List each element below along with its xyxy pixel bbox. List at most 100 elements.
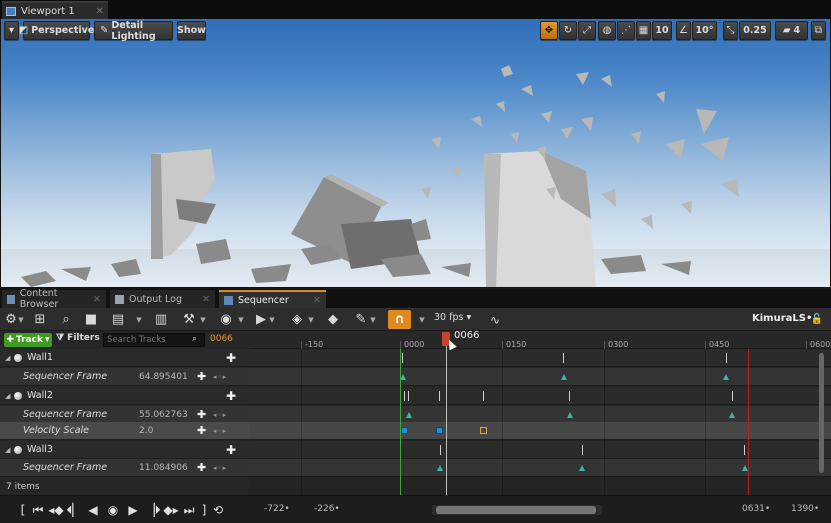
current-frame-field[interactable]: 0066 — [210, 334, 233, 344]
track-row-sequencer-frame[interactable]: Sequencer Frame 64.895401 ✚ ◂◦▸ — [0, 368, 249, 386]
perspective-button[interactable]: ◩ Perspective — [19, 21, 94, 40]
camera-icon[interactable]: ■ — [81, 310, 101, 329]
key-summary-tick[interactable] — [402, 353, 403, 363]
track-value[interactable]: 55.062763 — [139, 410, 188, 420]
key-summary-tick[interactable] — [483, 391, 484, 401]
timeline-row[interactable] — [249, 368, 831, 386]
grid-snap-value[interactable]: 10 — [652, 21, 672, 40]
keyframe[interactable] — [406, 412, 412, 418]
key-summary-tick[interactable] — [439, 391, 440, 401]
viewport-options-button[interactable]: ▾ — [4, 21, 19, 40]
close-icon[interactable]: ✕ — [313, 295, 321, 306]
previous-key-icon[interactable]: ◂◆ — [48, 501, 64, 519]
camera-speed-button[interactable]: ▰ 4 — [775, 21, 808, 40]
clapper-icon[interactable]: ▤ — [108, 310, 128, 329]
chevron-down-icon[interactable]: ▼ — [199, 310, 207, 329]
key-icon[interactable]: ◈ — [288, 310, 306, 329]
record-icon[interactable]: ◉ — [104, 501, 122, 519]
keyframe-selected[interactable] — [480, 427, 487, 434]
rotate-tool-button[interactable]: ↻ — [559, 21, 577, 40]
expand-icon[interactable]: ◢ — [5, 446, 10, 454]
chevron-down-icon[interactable]: ▼ — [268, 310, 276, 329]
key-navigation-icon[interactable]: ◂◦▸ — [213, 373, 227, 381]
play-icon[interactable]: ▶ — [126, 501, 140, 519]
track-value[interactable]: 11.084906 — [139, 463, 188, 473]
show-button[interactable]: Show — [177, 21, 206, 40]
track-row-wall1[interactable]: ◢ Wall1 ✚ — [0, 349, 249, 367]
translate-tool-button[interactable]: ✥ — [540, 21, 558, 40]
timeline-row[interactable] — [249, 387, 831, 405]
keyframe[interactable] — [436, 427, 443, 434]
key-navigation-icon[interactable]: ◂◦▸ — [213, 411, 227, 419]
add-icon[interactable]: ✚ — [226, 351, 236, 365]
close-icon[interactable]: ✕ — [96, 6, 104, 17]
chevron-down-icon[interactable]: ▼ — [307, 310, 315, 329]
chevron-down-icon[interactable]: ▼ — [237, 310, 245, 329]
chevron-down-icon[interactable]: ▼ — [369, 310, 377, 329]
working-range-end[interactable]: 0631• — [742, 504, 770, 514]
search-icon[interactable]: ⌕ — [57, 310, 75, 329]
add-track-button[interactable]: ✚ Track ▾ — [4, 333, 52, 347]
time-ruler[interactable]: -150 0000 0150 0300 0450 0600 — [249, 331, 831, 349]
key-navigation-icon[interactable]: ◂◦▸ — [213, 464, 227, 472]
keyframe-icon[interactable]: ◆ — [324, 310, 342, 329]
expand-icon[interactable]: ◢ — [5, 392, 10, 400]
playback-end-marker[interactable] — [748, 349, 749, 495]
loop-icon[interactable]: ⟲ — [210, 501, 226, 519]
fps-dropdown[interactable]: 30 fps ▾ — [434, 312, 471, 323]
surface-snap-button[interactable]: ⋰ — [617, 21, 635, 40]
curve-editor-icon[interactable]: ∿ — [485, 310, 505, 329]
scale-snap-value[interactable]: 0.25 — [739, 21, 771, 40]
level-viewport[interactable]: ▾ ◩ Perspective ✎ Detail Lighting Show ✥… — [1, 19, 830, 287]
jump-to-end-bracket-icon[interactable]: ] — [199, 501, 209, 519]
add-key-icon[interactable]: ✚ — [197, 408, 206, 421]
maximize-viewport-button[interactable]: ⧉ — [811, 21, 826, 40]
jump-to-start-icon[interactable]: [ — [18, 501, 28, 519]
magnet-icon[interactable]: ∩ — [388, 310, 411, 329]
key-summary-tick[interactable] — [726, 353, 727, 363]
keyframe[interactable] — [567, 412, 573, 418]
working-range-start[interactable]: -226• — [314, 504, 340, 514]
tab-content-browser[interactable]: Content Browser ✕ — [2, 288, 106, 310]
timeline-row[interactable] — [249, 422, 831, 440]
add-icon[interactable]: ✚ — [226, 443, 236, 457]
vertical-scrollbar[interactable] — [819, 353, 824, 473]
pencil-icon[interactable]: ✎ — [353, 310, 369, 329]
timeline-area[interactable]: -150 0000 0150 0300 0450 0600 0066 — [249, 331, 831, 495]
lighting-mode-button[interactable]: ✎ Detail Lighting — [94, 20, 173, 42]
track-row-wall3[interactable]: ◢ Wall3 ✚ — [0, 441, 249, 459]
keyframe[interactable] — [579, 465, 585, 471]
lock-icon[interactable]: 🔓 — [810, 310, 824, 329]
rotation-snap-toggle[interactable]: ∠ — [676, 21, 691, 40]
view-range-end[interactable]: 1390• — [791, 504, 819, 514]
keyframe[interactable] — [437, 465, 443, 471]
next-key-icon[interactable]: ◆▸ — [163, 501, 179, 519]
key-navigation-icon[interactable]: ◂◦▸ — [213, 427, 227, 435]
key-summary-tick[interactable] — [404, 391, 405, 401]
view-range-start[interactable]: -722• — [264, 504, 290, 514]
jump-to-end-icon[interactable]: ⏭ — [181, 501, 197, 519]
jump-to-start-button-icon[interactable]: ⏮ — [30, 501, 46, 519]
rotation-snap-value[interactable]: 10° — [692, 21, 717, 40]
add-key-icon[interactable]: ✚ — [197, 370, 206, 383]
grid-snap-toggle[interactable]: ▦ — [636, 21, 651, 40]
tab-output-log[interactable]: Output Log ✕ — [110, 290, 215, 308]
timeline-row[interactable] — [249, 349, 831, 367]
keyframe[interactable] — [401, 427, 408, 434]
track-value[interactable]: 2.0 — [139, 426, 153, 436]
search-tracks-input[interactable] — [103, 333, 205, 347]
add-key-icon[interactable]: ✚ — [197, 461, 206, 474]
step-forward-icon[interactable]: ▕⏵ — [145, 501, 161, 519]
keyframe[interactable] — [723, 374, 729, 380]
render-icon[interactable]: ▥ — [150, 310, 172, 329]
track-value[interactable]: 64.895401 — [139, 372, 188, 382]
eye-icon[interactable]: ◉ — [215, 310, 237, 329]
scale-tool-button[interactable]: ⤢ — [578, 21, 596, 40]
search-icon[interactable]: ⌕ — [192, 334, 203, 345]
key-summary-tick[interactable] — [732, 391, 733, 401]
scale-snap-toggle[interactable]: ⤡ — [723, 21, 738, 40]
filters-button[interactable]: ⧩ Filters ▾ — [56, 333, 107, 343]
key-summary-tick[interactable] — [408, 391, 409, 401]
track-row-wall2[interactable]: ◢ Wall2 ✚ — [0, 387, 249, 405]
play-icon[interactable]: ▶ — [253, 310, 269, 329]
